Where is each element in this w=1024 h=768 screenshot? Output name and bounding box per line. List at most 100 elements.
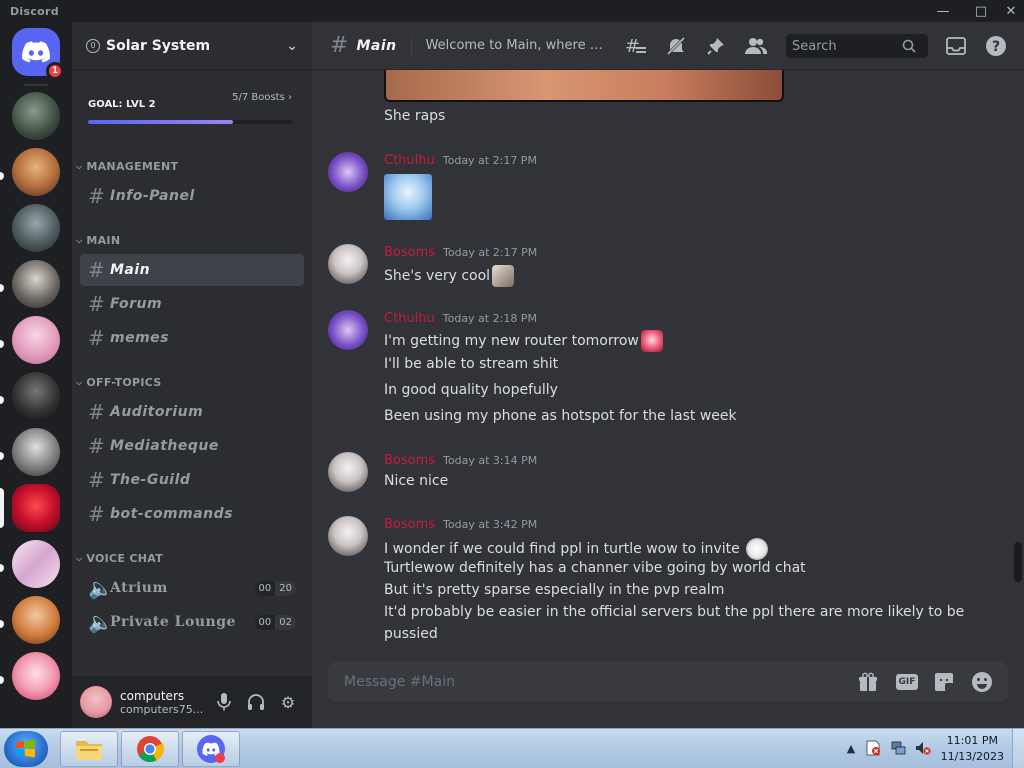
channel-title: Main (356, 37, 397, 54)
voice-channel-atrium[interactable]: 🔈 Atrium 00 20 (80, 572, 304, 604)
server-list: 1 (0, 22, 72, 728)
folder-icon (76, 741, 102, 760)
message-header: Cthulhu Today at 2:17 PM (384, 153, 537, 168)
category-main[interactable]: ⌵ MAIN (76, 234, 120, 247)
channel-mediatheque[interactable]: # Mediatheque (80, 430, 304, 462)
notification-mute-icon[interactable] (664, 34, 688, 58)
avatar[interactable] (80, 686, 112, 718)
gift-icon[interactable] (856, 670, 880, 694)
image-attachment[interactable] (384, 70, 784, 102)
avatar[interactable] (328, 516, 368, 556)
sticker-image[interactable] (384, 174, 432, 220)
server-icon[interactable] (12, 596, 60, 644)
server-header[interactable]: 0 Solar System ⌄ (72, 22, 312, 70)
voice-channel-private-lounge[interactable]: 🔈 Private Lounge 00 02 (80, 606, 304, 638)
maximize-icon[interactable]: □ (966, 0, 996, 22)
channel-topic[interactable]: Welcome to Main, where yo... (426, 38, 604, 53)
server-icon[interactable] (12, 316, 60, 364)
message-composer: GIF (328, 662, 1008, 702)
divider (410, 33, 412, 58)
taskbar-file-explorer[interactable] (60, 731, 118, 767)
message-author[interactable]: Bosoms (384, 245, 435, 260)
taskbar-discord[interactable] (182, 731, 240, 767)
boost-count: 5/7 Boosts › (232, 92, 292, 103)
windows-logo-icon (16, 739, 35, 758)
server-icon[interactable] (12, 92, 60, 140)
user-info[interactable]: computers computers75... (120, 689, 210, 716)
server-name: Solar System (106, 37, 211, 54)
settings-gear-icon[interactable]: ⚙ (274, 688, 302, 716)
unread-indicator (0, 340, 4, 348)
pin-icon[interactable] (704, 34, 728, 58)
boost-goal[interactable]: GOAL: LVL 2 5/7 Boosts › (88, 92, 292, 124)
sticker-icon[interactable] (932, 670, 956, 694)
message-author[interactable]: Cthulhu (384, 153, 435, 168)
show-desktop-button[interactable] (1012, 729, 1024, 768)
channel-sidebar: 0 Solar System ⌄ GOAL: LVL 2 5/7 Boosts … (72, 22, 312, 728)
server-icon[interactable] (12, 428, 60, 476)
channel-main[interactable]: # Main (80, 254, 304, 286)
voice-user-limit: 00 20 (254, 580, 296, 596)
search-input[interactable] (792, 38, 902, 54)
avatar[interactable] (328, 452, 368, 492)
message-text: She raps (384, 108, 446, 124)
unread-indicator (0, 620, 4, 628)
server-icon[interactable] (12, 540, 60, 588)
microphone-icon[interactable] (210, 688, 238, 716)
server-icon[interactable] (12, 148, 60, 196)
server-icon[interactable] (12, 260, 60, 308)
action-center-icon[interactable] (864, 739, 882, 757)
server-boost-icon: 0 (86, 38, 100, 53)
server-icon-solar-system[interactable] (12, 484, 60, 532)
home-button[interactable]: 1 (12, 28, 64, 80)
boost-progress-fill (88, 120, 233, 124)
message-text: It'd probably be easier in the official … (384, 604, 965, 620)
boost-progress-bar (88, 120, 292, 124)
server-icon[interactable] (12, 204, 60, 252)
headphones-icon[interactable] (242, 688, 270, 716)
taskbar-chrome[interactable] (121, 731, 179, 767)
close-icon[interactable]: ✕ (996, 0, 1024, 22)
message-author[interactable]: Bosoms (384, 517, 435, 532)
channel-forum[interactable]: # Forum (80, 288, 304, 320)
help-icon[interactable]: ? (984, 34, 1008, 58)
category-voice-chat[interactable]: ⌵ VOICE CHAT (76, 552, 163, 565)
channel-info-panel[interactable]: # Info-Panel (80, 180, 304, 212)
taskbar-clock[interactable]: 11:01 PM 11/13/2023 (941, 733, 1004, 765)
hash-icon: # (88, 184, 105, 208)
channel-bot-commands[interactable]: # bot-commands (80, 498, 304, 530)
channel-auditorium[interactable]: # Auditorium (80, 396, 304, 428)
category-off-topics[interactable]: ⌵ OFF-TOPICS (76, 376, 162, 389)
avatar[interactable] (328, 152, 368, 192)
minimize-icon[interactable]: — (928, 0, 958, 22)
message-text: Turtlewow definitely has a channer vibe … (384, 560, 806, 576)
avatar[interactable] (328, 310, 368, 350)
hash-icon: # (88, 400, 105, 424)
show-hidden-icons-icon[interactable]: ▲ (842, 739, 860, 757)
message-input[interactable] (344, 674, 824, 690)
network-icon[interactable] (890, 739, 908, 757)
message-timestamp: Today at 3:42 PM (443, 518, 538, 531)
server-icon[interactable] (12, 652, 60, 700)
start-button[interactable] (4, 731, 48, 767)
avatar[interactable] (328, 244, 368, 284)
scrollbar-thumb[interactable] (1014, 542, 1022, 582)
unread-indicator (0, 172, 4, 180)
hash-icon: # (88, 326, 105, 350)
message-author[interactable]: Bosoms (384, 453, 435, 468)
inbox-icon[interactable] (944, 34, 968, 58)
message-author[interactable]: Cthulhu (384, 311, 435, 326)
search-box[interactable] (786, 34, 928, 58)
server-icon[interactable] (12, 372, 60, 420)
member-list-icon[interactable] (744, 34, 768, 58)
channel-memes[interactable]: # memes (80, 322, 304, 354)
emoji-picker-icon[interactable] (970, 670, 994, 694)
category-management[interactable]: ⌵ MANAGEMENT (76, 160, 178, 173)
volume-muted-icon[interactable] (914, 739, 932, 757)
gif-button[interactable]: GIF (894, 670, 920, 694)
message-header: Bosoms Today at 2:17 PM (384, 245, 537, 260)
threads-icon[interactable]: # (624, 34, 648, 58)
app-title: Discord (10, 4, 59, 18)
message-header: Bosoms Today at 3:42 PM (384, 517, 537, 532)
channel-the-guild[interactable]: # The-Guild (80, 464, 304, 496)
